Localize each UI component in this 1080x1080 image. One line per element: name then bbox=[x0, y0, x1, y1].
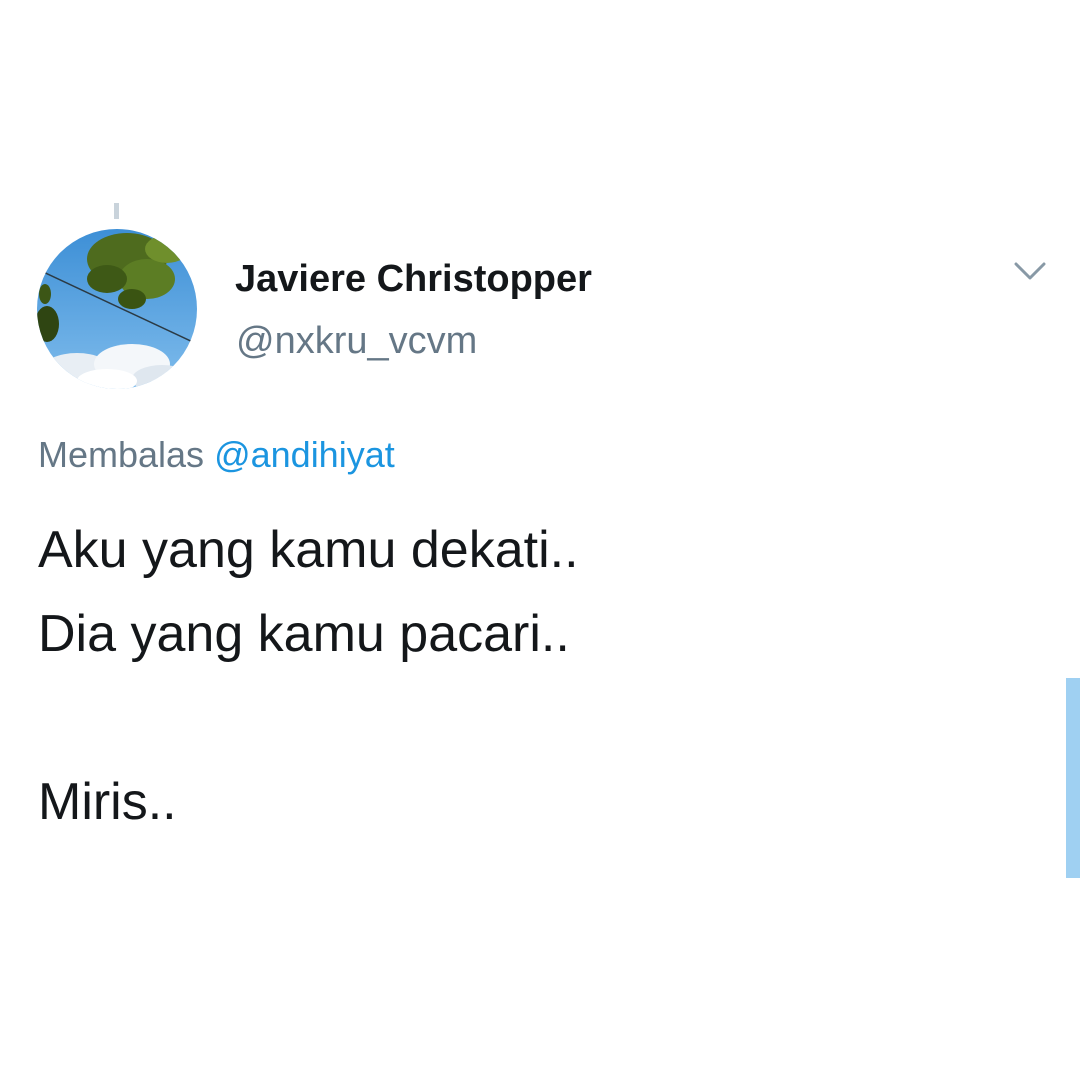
tweet-text-line: Miris.. bbox=[38, 773, 177, 831]
tweet-text-line: Dia yang kamu pacari.. bbox=[38, 605, 570, 663]
reply-mention-link[interactable]: @andihiyat bbox=[214, 434, 395, 475]
reply-prefix: Membalas bbox=[38, 434, 205, 475]
avatar-image bbox=[37, 229, 197, 389]
chevron-down-icon[interactable] bbox=[1010, 256, 1050, 286]
author-handle[interactable]: @nxkru_vcvm bbox=[236, 320, 477, 363]
scrollbar-thumb[interactable] bbox=[1066, 678, 1080, 878]
reply-context: Membalas @andihiyat bbox=[38, 434, 395, 476]
author-display-name[interactable]: Javiere Christopper bbox=[235, 258, 592, 301]
thread-connector-line bbox=[114, 203, 119, 219]
avatar[interactable] bbox=[37, 229, 197, 389]
tweet-text-line: Aku yang kamu dekati.. bbox=[38, 521, 579, 579]
